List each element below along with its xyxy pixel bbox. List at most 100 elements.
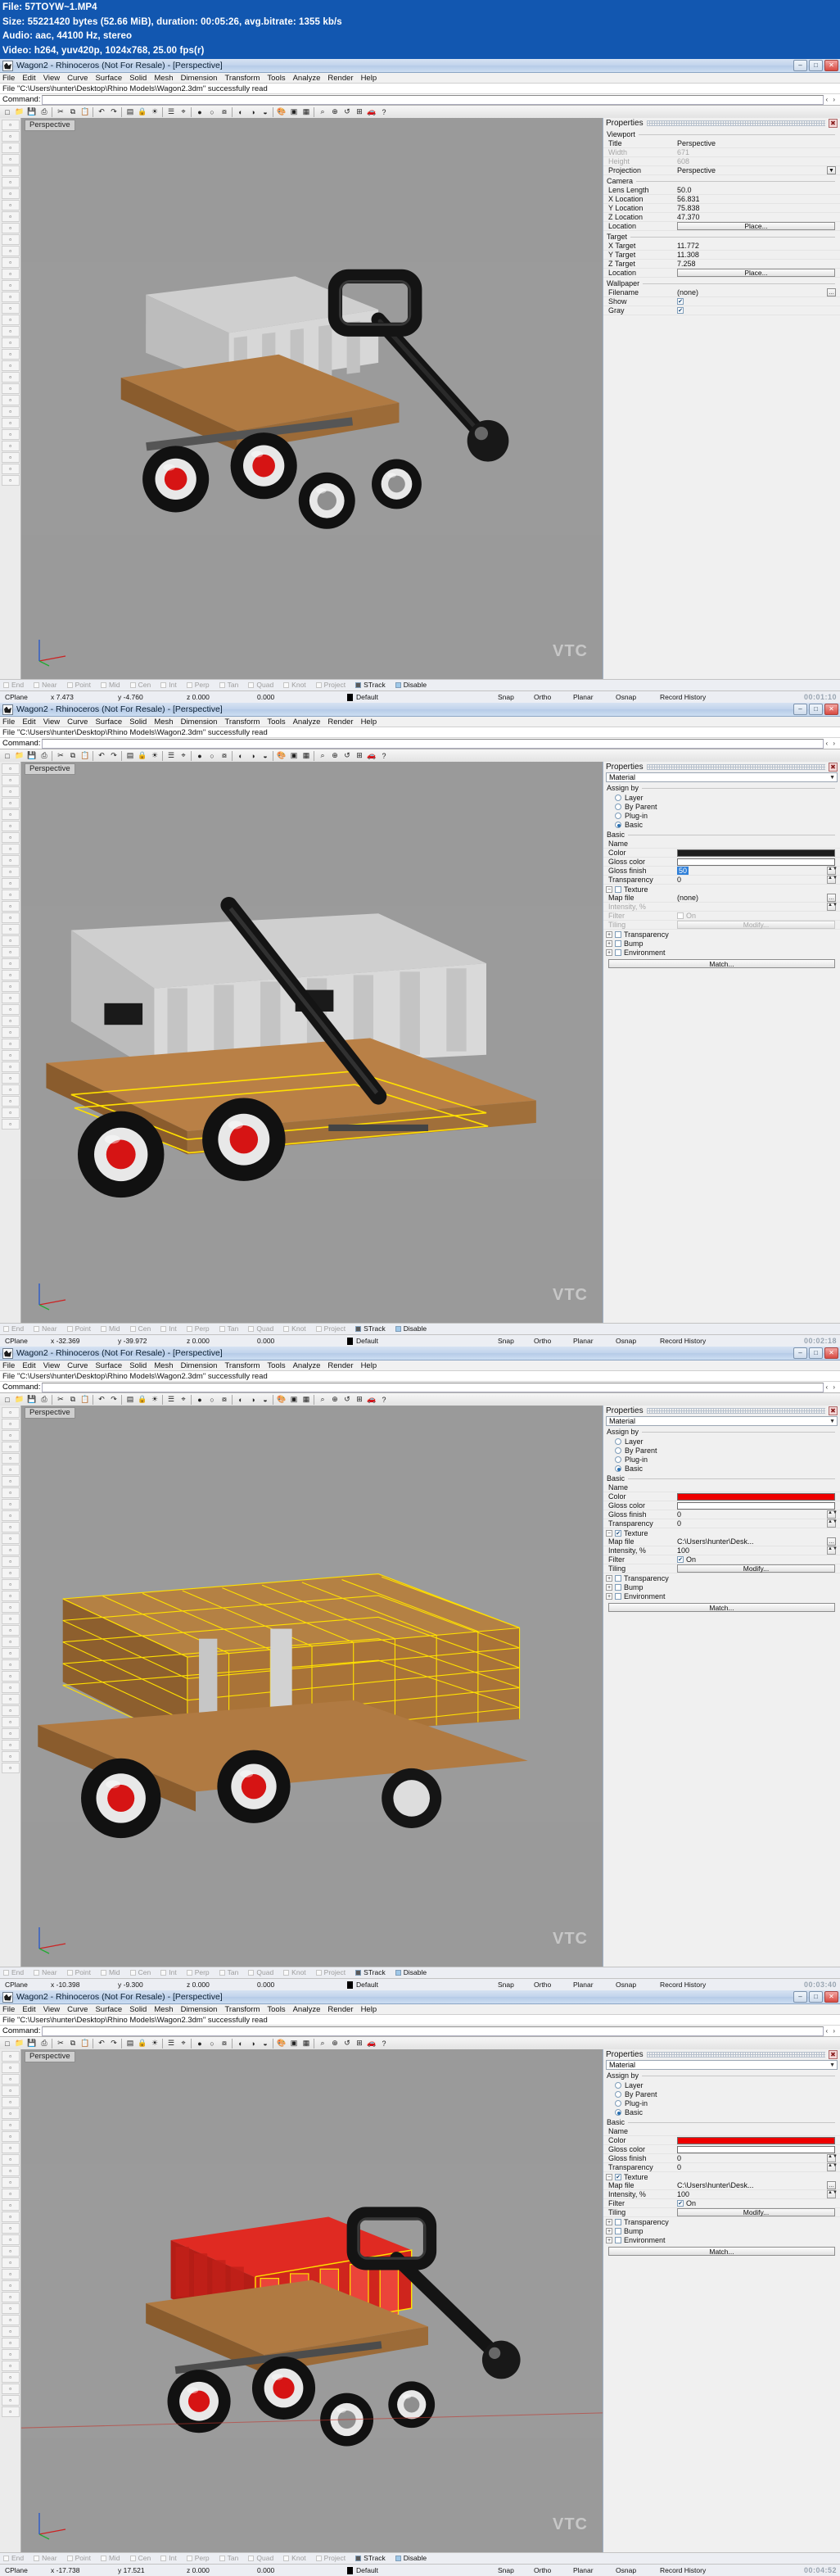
- arc-icon[interactable]: ▫: [1, 2097, 20, 2107]
- osnap-checkbox[interactable]: [315, 2555, 322, 2561]
- intensity-value[interactable]: 100: [677, 2190, 689, 2198]
- osnap-checkbox[interactable]: [355, 1325, 362, 1332]
- polyline-icon[interactable]: ▫: [1, 786, 20, 797]
- spinner[interactable]: ▲▼: [827, 2190, 838, 2198]
- polygon-icon[interactable]: ▫: [1, 2143, 20, 2153]
- menu-item-dimension[interactable]: Dimension: [181, 2005, 218, 2014]
- menu-item-transform[interactable]: Transform: [224, 1361, 260, 1370]
- rotate-icon[interactable]: ▫: [1, 2315, 20, 2325]
- gloss-color-swatch[interactable]: [677, 1501, 835, 1510]
- light-icon[interactable]: ▫: [1, 1107, 20, 1118]
- texture-toggle-row[interactable]: − Texture: [603, 885, 840, 894]
- texture-toggle-row[interactable]: − Texture: [603, 2172, 840, 2181]
- osnap-item-quad[interactable]: Quad: [248, 2554, 273, 2562]
- collapsed-section-row[interactable]: + Environment: [603, 1591, 840, 1600]
- osnap-item-mid[interactable]: Mid: [100, 1324, 120, 1333]
- menu-item-transform[interactable]: Transform: [224, 718, 260, 727]
- collapsed-section-row[interactable]: + Bump: [603, 2226, 840, 2235]
- array-icon[interactable]: ▫: [1, 1004, 20, 1015]
- polyline-icon[interactable]: ▫: [1, 143, 20, 153]
- light-icon[interactable]: ☀: [149, 106, 160, 118]
- radio-button[interactable]: [615, 1465, 621, 1472]
- menu-item-curve[interactable]: Curve: [67, 74, 88, 83]
- menu-item-render[interactable]: Render: [327, 718, 353, 727]
- save-icon[interactable]: 💾: [26, 106, 38, 118]
- menu-item-edit[interactable]: Edit: [22, 718, 35, 727]
- osnap-item-mid[interactable]: Mid: [100, 1968, 120, 1976]
- lock-icon[interactable]: 🔒: [137, 106, 148, 118]
- viewport[interactable]: Perspective VTC: [21, 1406, 603, 1967]
- ellipse-icon[interactable]: ▫: [1, 188, 20, 199]
- show-icon[interactable]: ○: [206, 2038, 218, 2049]
- osnap-item-point[interactable]: Point: [66, 2554, 91, 2562]
- cylinder-icon[interactable]: ▫: [1, 1579, 20, 1590]
- four-view-icon[interactable]: ⊞: [354, 1394, 365, 1406]
- assign-by-option[interactable]: Basic: [603, 2107, 840, 2116]
- command-input[interactable]: [42, 1382, 824, 1392]
- polygon-icon[interactable]: ▫: [1, 1499, 20, 1510]
- new-file-icon[interactable]: □: [2, 1394, 13, 1406]
- point-icon[interactable]: ▫: [1, 775, 20, 785]
- osnap-checkbox[interactable]: [355, 2555, 362, 2561]
- trim-icon[interactable]: ▫: [1, 1614, 20, 1624]
- light-icon[interactable]: ☀: [149, 1394, 160, 1406]
- command-scroll-arrows[interactable]: ‹ ›: [825, 1383, 840, 1391]
- radio-button[interactable]: [615, 1437, 621, 1445]
- curve-icon[interactable]: ▫: [1, 1442, 20, 1452]
- osnap-checkbox[interactable]: [186, 2555, 192, 2561]
- assign-by-option[interactable]: Basic: [603, 820, 840, 829]
- assign-by-option[interactable]: Plug-in: [603, 1455, 840, 1464]
- osnap-item-int[interactable]: Int: [160, 1968, 177, 1976]
- osnap-item-end[interactable]: End: [3, 681, 24, 689]
- gloss-finish-value[interactable]: 50: [677, 867, 689, 875]
- sphere-icon[interactable]: ▫: [1, 280, 20, 291]
- paste-icon[interactable]: 📋: [79, 106, 91, 118]
- osnap-checkbox[interactable]: [395, 2555, 401, 2561]
- texture-icon[interactable]: ▦: [300, 106, 312, 118]
- light-icon[interactable]: ☀: [149, 2038, 160, 2049]
- menu-item-render[interactable]: Render: [327, 2005, 353, 2014]
- browse-button[interactable]: …: [827, 894, 836, 902]
- browse-button[interactable]: …: [827, 1537, 836, 1546]
- array-icon[interactable]: ▫: [1, 1648, 20, 1659]
- menu-item-view[interactable]: View: [43, 718, 60, 727]
- texture-checkbox[interactable]: [615, 2173, 621, 2180]
- osnap-checkbox[interactable]: [66, 1325, 73, 1332]
- move-icon[interactable]: ▫: [1, 406, 20, 417]
- select-icon[interactable]: ▫: [1, 763, 20, 774]
- render-icon[interactable]: ◑: [247, 2038, 259, 2049]
- section-checkbox[interactable]: [615, 1592, 621, 1600]
- zoom-extents-icon[interactable]: ⌕: [317, 2038, 328, 2049]
- transparency-value[interactable]: 0: [677, 1519, 681, 1528]
- ellipse-icon[interactable]: ▫: [1, 1476, 20, 1487]
- sphere-icon[interactable]: ▫: [1, 1568, 20, 1578]
- osnap-item-tan[interactable]: Tan: [219, 1968, 238, 1976]
- scale-icon[interactable]: ▫: [1, 395, 20, 405]
- loft-icon[interactable]: ▫: [1, 2189, 20, 2199]
- osnap-item-knot[interactable]: Knot: [283, 681, 306, 689]
- polyline-icon[interactable]: ▫: [1, 2074, 20, 2085]
- expander-icon[interactable]: −: [606, 1529, 612, 1537]
- expander-icon[interactable]: +: [606, 2218, 612, 2225]
- section-checkbox[interactable]: [615, 930, 621, 938]
- copy-icon[interactable]: ⧉: [67, 1394, 79, 1406]
- polygon-icon[interactable]: ▫: [1, 855, 20, 866]
- osnap-item-mid[interactable]: Mid: [100, 681, 120, 689]
- mirror-icon[interactable]: ▫: [1, 1016, 20, 1026]
- menu-item-mesh[interactable]: Mesh: [154, 1361, 173, 1370]
- undo-icon[interactable]: ↶: [96, 2038, 107, 2049]
- text-icon[interactable]: ▫: [1, 2361, 20, 2371]
- undo-icon[interactable]: ↶: [96, 750, 107, 762]
- command-input[interactable]: [42, 738, 824, 749]
- analyze-icon[interactable]: ⌖: [178, 750, 189, 762]
- arc-icon[interactable]: ▫: [1, 1453, 20, 1464]
- color-swatch[interactable]: [677, 1492, 835, 1501]
- open-file-icon[interactable]: 📁: [14, 106, 25, 118]
- close-button[interactable]: ✕: [824, 60, 838, 71]
- shade-icon[interactable]: ◐: [235, 106, 246, 118]
- command-scroll-arrows[interactable]: ‹ ›: [825, 2027, 840, 2035]
- hide-icon[interactable]: ●: [194, 750, 205, 762]
- collapsed-section-row[interactable]: + Transparency: [603, 2217, 840, 2226]
- drag-dots[interactable]: [646, 2052, 825, 2058]
- menu-item-render[interactable]: Render: [327, 74, 353, 83]
